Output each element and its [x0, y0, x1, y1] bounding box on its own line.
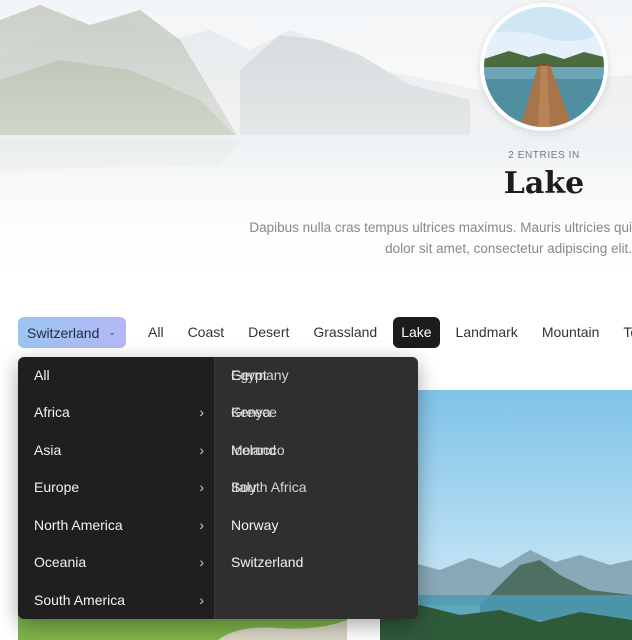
chevron-right-icon: › — [199, 554, 204, 570]
chevron-right-icon: › — [199, 442, 204, 458]
menu-item-north-america[interactable]: North America › — [18, 507, 214, 544]
menu-item-label: Europe — [34, 479, 80, 495]
chevron-right-icon: › — [199, 479, 204, 495]
submenu-item-iceland[interactable]: Morocco Iceland — [215, 432, 418, 469]
country-dropdown-menu: All Africa › Asia › Europe › North Ameri… — [18, 357, 418, 619]
submenu-item-label: Switzerland — [231, 554, 304, 570]
menu-item-oceania[interactable]: Oceania › — [18, 544, 214, 581]
entries-count: 2 ENTRIES IN — [508, 150, 580, 161]
menu-item-europe[interactable]: Europe › — [18, 469, 214, 506]
tab-all[interactable]: All — [140, 317, 172, 348]
country-select-label: Switzerland — [27, 324, 100, 341]
tab-lake[interactable]: Lake — [393, 317, 440, 348]
country-select-button[interactable]: Switzerland ⌄ — [18, 317, 126, 348]
chevron-right-icon: › — [199, 592, 204, 608]
menu-item-label: Africa — [34, 404, 70, 420]
submenu-item-norway[interactable]: Norway — [215, 507, 418, 544]
menu-item-all[interactable]: All — [18, 357, 214, 394]
submenu-item-label: Norway — [231, 517, 279, 533]
submenu-item-label: Germany — [231, 367, 289, 383]
chevron-right-icon: › — [199, 404, 204, 420]
tab-landmark[interactable]: Landmark — [448, 317, 526, 348]
menu-item-label: Asia — [34, 442, 62, 458]
menu-item-label: North America — [34, 517, 123, 533]
tab-coast[interactable]: Coast — [180, 317, 233, 348]
tab-desert[interactable]: Desert — [240, 317, 297, 348]
chevron-down-icon: ⌄ — [108, 327, 116, 337]
country-submenu: Egypt Germany Kenya Greece Morocco Icela… — [214, 357, 418, 619]
tab-mountain[interactable]: Mountain — [534, 317, 608, 348]
page-title: Lake — [503, 166, 585, 201]
tab-town[interactable]: Tov — [615, 317, 632, 348]
submenu-item-label: Iceland — [231, 442, 277, 458]
submenu-item-italy[interactable]: South Africa Italy — [215, 469, 418, 506]
category-avatar — [480, 3, 608, 131]
chevron-right-icon: › — [199, 517, 204, 533]
submenu-item-label: Greece — [231, 404, 277, 420]
submenu-item-switzerland[interactable]: Switzerland — [215, 544, 418, 581]
tab-grassland[interactable]: Grassland — [305, 317, 385, 348]
description-line: Dapibus nulla cras tempus ultrices maxim… — [249, 220, 632, 235]
lake-pier-image — [484, 7, 604, 127]
menu-item-label: Oceania — [34, 554, 87, 570]
region-list: All Africa › Asia › Europe › North Ameri… — [18, 357, 214, 619]
menu-item-africa[interactable]: Africa › — [18, 394, 214, 431]
submenu-item-greece[interactable]: Kenya Greece — [215, 394, 418, 431]
menu-item-south-america[interactable]: South America › — [18, 582, 214, 619]
menu-item-label: South America — [34, 592, 126, 608]
submenu-item-germany[interactable]: Egypt Germany — [215, 357, 418, 394]
category-tabs: All Coast Desert Grassland Lake Landmark… — [140, 317, 632, 348]
menu-item-label: All — [34, 367, 50, 383]
menu-item-asia[interactable]: Asia › — [18, 432, 214, 469]
description-line: dolor sit amet, consectetur adipiscing e… — [385, 241, 632, 256]
submenu-item-label: Italy — [231, 479, 257, 495]
page-description: Dapibus nulla cras tempus ultrices maxim… — [212, 217, 632, 259]
